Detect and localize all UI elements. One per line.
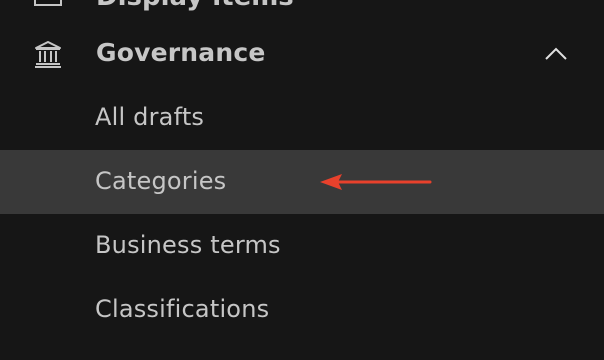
nav-item-classifications[interactable]: Classifications (0, 278, 604, 342)
institution-icon (35, 41, 61, 68)
nav-item-label: All drafts (95, 103, 205, 131)
chevron-up-icon[interactable] (544, 47, 568, 61)
nav-item-label: Categories (95, 167, 227, 195)
nav-item-categories[interactable]: Categories (0, 150, 604, 214)
nav-item-business-terms[interactable]: Business terms (0, 214, 604, 278)
governance-section-header[interactable]: Governance (0, 22, 604, 86)
nav-item-label: Classifications (95, 295, 270, 323)
nav-item-all-drafts[interactable]: All drafts (0, 86, 604, 150)
table-icon (34, 0, 62, 6)
nav-item-partial[interactable]: Display items (0, 0, 604, 18)
annotation-arrow (320, 174, 432, 190)
nav-item-partial-label: Display items (96, 0, 294, 12)
governance-label: Governance (96, 38, 266, 67)
nav-item-label: Business terms (95, 231, 281, 259)
